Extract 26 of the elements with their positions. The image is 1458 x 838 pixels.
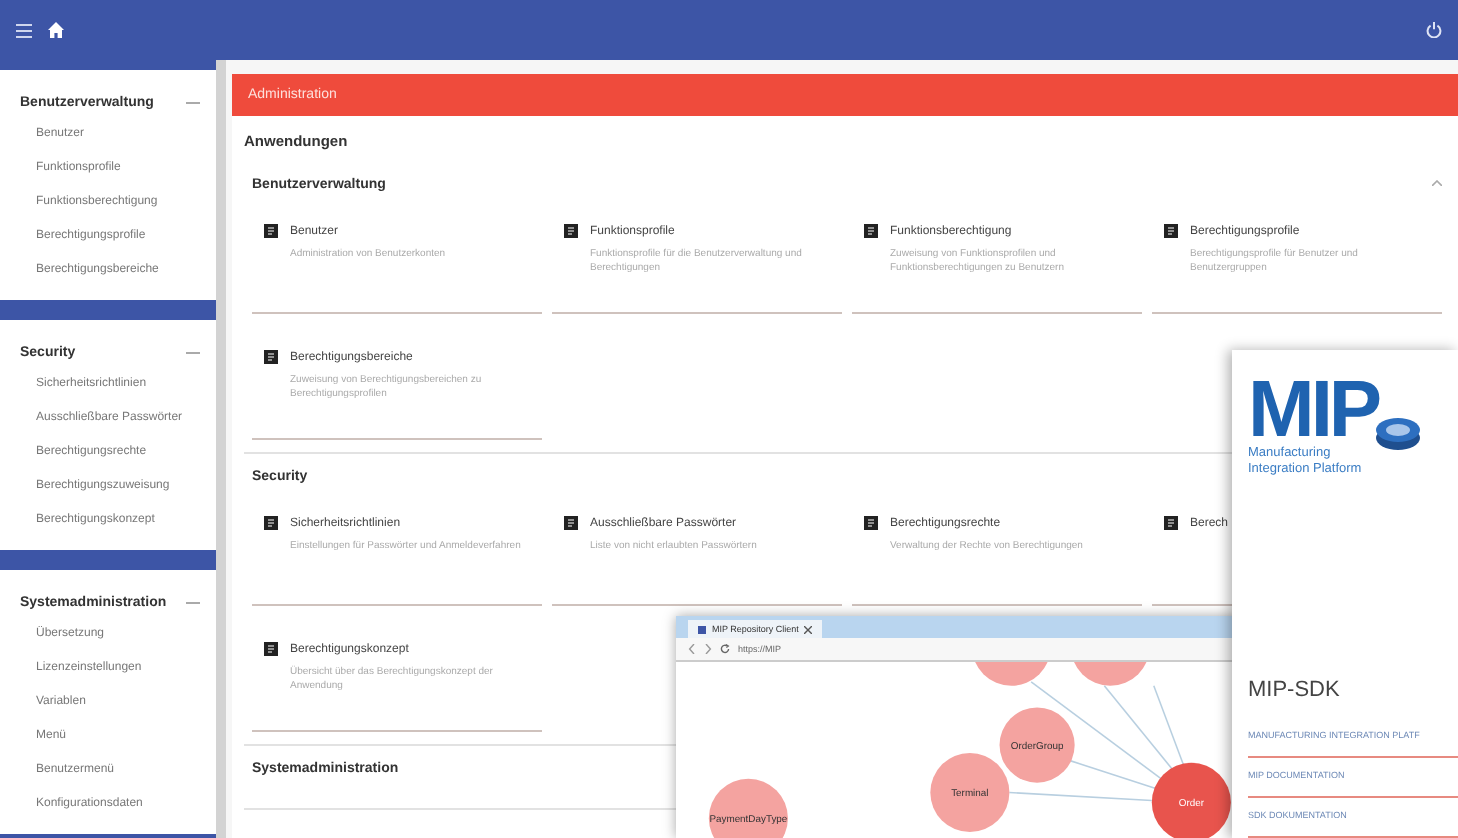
chevron-icon[interactable] <box>1432 180 1442 186</box>
app-icon <box>264 516 278 530</box>
reload-icon[interactable] <box>720 644 730 654</box>
app-icon <box>864 224 878 238</box>
app-icon <box>264 642 278 656</box>
graph-node[interactable] <box>1070 662 1150 686</box>
app-icon <box>264 224 278 238</box>
close-icon[interactable] <box>804 625 813 633</box>
app-icon <box>264 350 278 364</box>
collapse-icon[interactable] <box>186 99 200 105</box>
collapse-icon[interactable] <box>186 599 200 605</box>
logo-text: MIP <box>1248 374 1379 446</box>
graph-node[interactable] <box>971 662 1051 686</box>
app-icon <box>1164 516 1178 530</box>
menu-icon[interactable] <box>16 23 32 37</box>
power-icon[interactable] <box>1426 22 1442 38</box>
panel-title: MIP-SDK <box>1248 678 1342 702</box>
app-icon <box>564 516 578 530</box>
app-icon <box>1164 224 1178 238</box>
app-icon <box>564 224 578 238</box>
forward-icon[interactable] <box>704 644 712 654</box>
page-icon <box>698 625 706 633</box>
home-icon[interactable] <box>48 22 64 38</box>
back-icon[interactable] <box>688 644 696 654</box>
app-icon <box>864 516 878 530</box>
collapse-icon[interactable] <box>186 349 200 355</box>
